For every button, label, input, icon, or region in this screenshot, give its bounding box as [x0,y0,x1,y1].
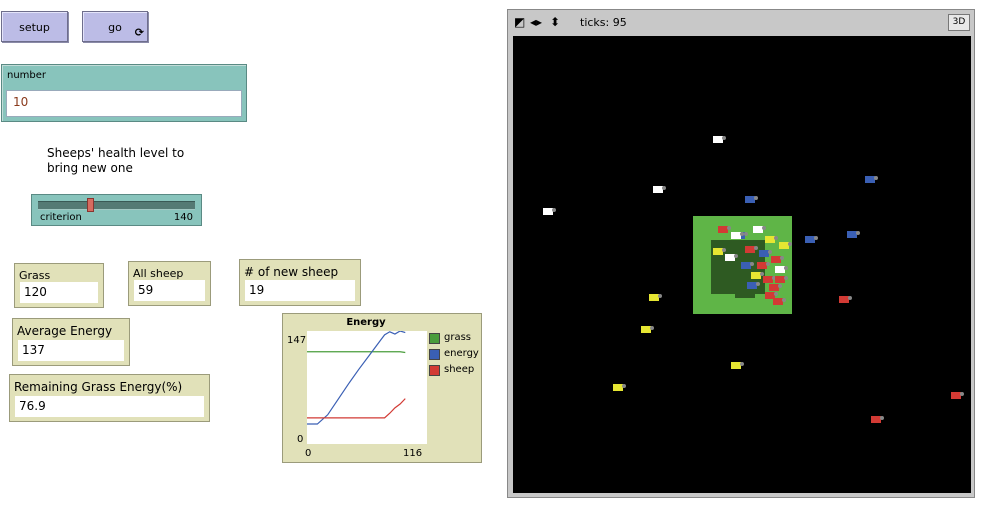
criterion-slider[interactable]: criterion 140 [31,194,202,226]
plot-y-min-label: 0 [297,434,304,445]
sheep-agent [769,284,782,291]
go-button[interactable]: go ⟳ [82,11,148,42]
sheep-agent [775,276,788,283]
sheep-agent [765,236,778,243]
plot-x-max-label: 116 [403,448,423,459]
sheep-agent [713,248,726,255]
note-text: Sheeps' health level to bring new one [47,146,184,176]
world-canvas[interactable] [513,36,971,493]
sheep-agent [649,294,662,301]
world-view-frame: ◩ ◂▸ ⬍ ticks: 95 3D [507,9,975,498]
grass-monitor-label: Grass [19,269,51,282]
setup-button-label: setup [19,21,50,34]
new-sheep-monitor: # of new sheep 19 [239,259,361,306]
legend-item-sheep: sheep [429,362,479,378]
new-sheep-monitor-label: # of new sheep [244,265,339,279]
new-sheep-monitor-value: 19 [245,280,355,301]
3d-view-button[interactable]: 3D [948,14,970,31]
series-line-sheep [307,398,406,419]
grass-monitor: Grass 120 [14,263,104,308]
legend-swatch-sheep [429,364,440,376]
remaining-grass-monitor: Remaining Grass Energy(%) 76.9 [9,374,210,422]
note-line-2: bring new one [47,161,133,175]
number-input-field[interactable]: 10 [6,90,242,117]
all-sheep-monitor-label: All sheep [133,267,184,280]
all-sheep-monitor-value: 59 [134,280,205,301]
sheep-agent [847,231,860,238]
sheep-agent [871,416,884,423]
sheep-agent [745,196,758,203]
sheep-agent [753,226,766,233]
sheep-agent [951,392,964,399]
plot-area [307,331,427,444]
legend-item-grass: grass [429,330,479,346]
energy-plot: Energy 147 0 0 116 grass energy sheep [282,313,482,463]
sheep-agent [725,254,738,261]
sheep-agent [613,384,626,391]
note-line-1: Sheeps' health level to [47,146,185,160]
remaining-grass-monitor-label: Remaining Grass Energy(%) [14,380,183,394]
sheep-agent [775,266,788,273]
sheep-agent [773,298,786,305]
grass-monitor-value: 120 [20,282,98,303]
sheep-agent [759,250,772,257]
sheep-agent [543,208,556,215]
legend-label-grass: grass [444,332,472,343]
sheep-agent [751,272,764,279]
sheep-agent [731,362,744,369]
sheep-agent [741,262,754,269]
legend-label-energy: energy [444,348,479,359]
view-toolbar: ◩ ◂▸ ⬍ ticks: 95 3D [508,10,974,34]
legend-item-energy: energy [429,346,479,362]
sheep-agent [805,236,818,243]
sheep-agent [757,262,770,269]
sheep-agent [641,326,654,333]
setup-button[interactable]: setup [1,11,68,42]
sheep-agent [865,176,878,183]
sheep-agent [653,186,666,193]
average-energy-monitor-value: 137 [18,340,124,361]
sheep-agent [747,282,760,289]
forever-icon: ⟳ [134,26,144,39]
slider-value: 140 [173,212,193,223]
sheep-agent [779,242,792,249]
plot-y-max-label: 147 [287,335,307,346]
average-energy-monitor: Average Energy 137 [12,318,130,366]
shape-toggle-icon[interactable]: ◩ [514,15,525,29]
arrows-left-right-icon[interactable]: ◂▸ [530,15,542,29]
slider-name: criterion [40,212,82,223]
sheep-agent [839,296,852,303]
legend-swatch-grass [429,332,440,344]
average-energy-monitor-label: Average Energy [17,324,113,338]
sheep-agent [771,256,784,263]
arrows-up-down-icon[interactable]: ⬍ [550,15,560,29]
series-line-grass [307,351,406,354]
ticks-counter: ticks: 95 [580,16,627,29]
number-input-box: number 10 [1,64,247,122]
legend-label-sheep: sheep [444,364,475,375]
sheep-agent [731,232,744,239]
slider-track[interactable] [38,201,195,210]
sheep-agent [713,136,726,143]
sheep-agent [763,276,776,283]
remaining-grass-monitor-value: 76.9 [15,396,204,417]
number-input-title: number [7,70,47,81]
sheep-agent [718,226,731,233]
sheep-agent [765,292,778,299]
series-line-energy [307,331,406,425]
plot-title: Energy [346,317,386,328]
slider-thumb[interactable] [86,198,94,212]
all-sheep-monitor: All sheep 59 [128,261,211,306]
legend-swatch-energy [429,348,440,360]
plot-legend: grass energy sheep [429,330,479,378]
plot-x-min-label: 0 [305,448,312,459]
sheep-agent [745,246,758,253]
